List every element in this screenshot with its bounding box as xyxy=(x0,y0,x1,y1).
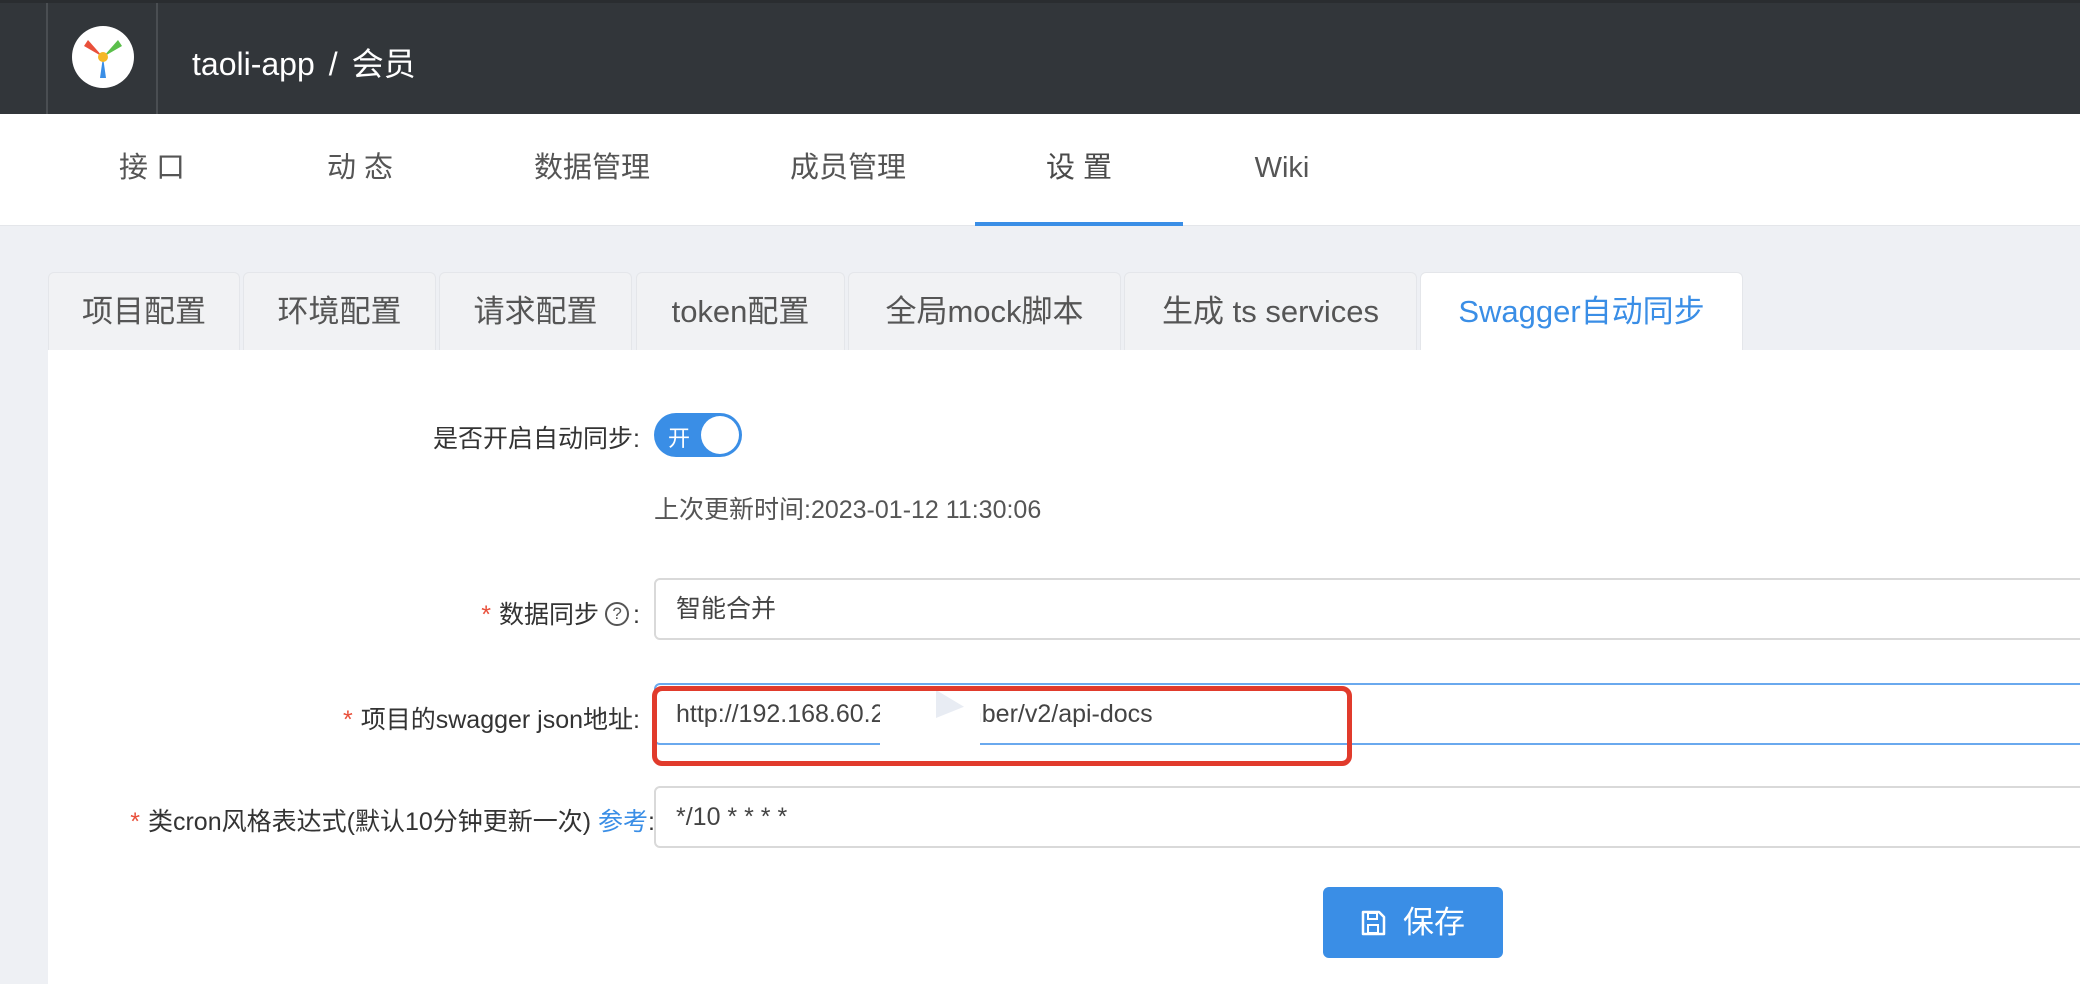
nav-tab-wiki[interactable]: Wiki xyxy=(1240,114,1324,226)
auto-sync-toggle[interactable]: 开 xyxy=(654,413,742,457)
breadcrumb: taoli-app / 会员 xyxy=(192,39,416,85)
question-circle-icon[interactable]: ? xyxy=(605,602,630,627)
swagger-url-label: * 项目的swagger json地址: xyxy=(200,700,640,736)
save-button[interactable]: 保存 xyxy=(1323,887,1503,958)
toggle-knob xyxy=(701,416,739,454)
required-mark: * xyxy=(343,706,353,734)
logo-container[interactable] xyxy=(48,3,158,114)
tab-request-config[interactable]: 请求配置 xyxy=(439,272,632,350)
tab-generate-ts-services[interactable]: 生成 ts services xyxy=(1124,272,1417,350)
app-logo-icon[interactable] xyxy=(72,26,134,88)
header-left-edge xyxy=(0,3,48,117)
cron-expression-input[interactable]: */10 * * * * xyxy=(654,786,2080,848)
nav-tab-member-management[interactable]: 成员管理 xyxy=(776,114,920,226)
cron-reference-link[interactable]: 参考 xyxy=(598,808,648,836)
cron-label-text: 类cron风格表达式(默认10分钟更新一次) xyxy=(147,808,592,836)
top-header: taoli-app / 会员 xyxy=(0,0,2080,117)
nav-tab-interface[interactable]: 接 口 xyxy=(100,114,204,226)
toggle-on-text: 开 xyxy=(668,426,691,451)
breadcrumb-project[interactable]: taoli-app xyxy=(192,46,315,82)
data-sync-label: * 数据同步?: xyxy=(300,595,640,631)
save-button-label: 保存 xyxy=(1403,905,1465,940)
tab-environment-config[interactable]: 环境配置 xyxy=(243,272,436,350)
required-mark: * xyxy=(130,808,140,836)
auto-sync-colon: : xyxy=(633,425,640,453)
tab-project-config[interactable]: 项目配置 xyxy=(48,272,240,350)
project-nav: 接 口 动 态 数据管理 成员管理 设 置 Wiki xyxy=(0,114,2080,226)
tab-swagger-auto-sync[interactable]: Swagger自动同步 xyxy=(1420,272,1743,352)
tab-token-config[interactable]: token配置 xyxy=(636,272,845,350)
data-sync-select[interactable]: 智能合并 xyxy=(654,578,2080,640)
required-mark: * xyxy=(481,601,492,629)
highlight-annotation-box xyxy=(652,686,1352,766)
tab-global-mock-script[interactable]: 全局mock脚本 xyxy=(848,272,1121,350)
cron-label: * 类cron风格表达式(默认10分钟更新一次) 参考: xyxy=(60,802,655,838)
auto-sync-label-text: 是否开启自动同步 xyxy=(433,425,634,453)
nav-tab-data-management[interactable]: 数据管理 xyxy=(520,114,664,226)
swagger-url-label-text: 项目的swagger json地址 xyxy=(360,706,634,734)
data-sync-colon: : xyxy=(633,601,640,629)
last-update-time: 上次更新时间:2023-01-12 11:30:06 xyxy=(654,496,1042,524)
nav-tab-settings[interactable]: 设 置 xyxy=(975,114,1183,226)
data-sync-label-text: 数据同步 xyxy=(499,601,600,629)
nav-tab-activity[interactable]: 动 态 xyxy=(310,114,410,226)
breadcrumb-separator: / xyxy=(328,46,338,82)
swagger-url-colon: : xyxy=(633,706,640,734)
auto-sync-label: 是否开启自动同步: xyxy=(300,419,640,455)
breadcrumb-group[interactable]: 会员 xyxy=(352,46,416,82)
save-icon xyxy=(1361,910,1386,936)
